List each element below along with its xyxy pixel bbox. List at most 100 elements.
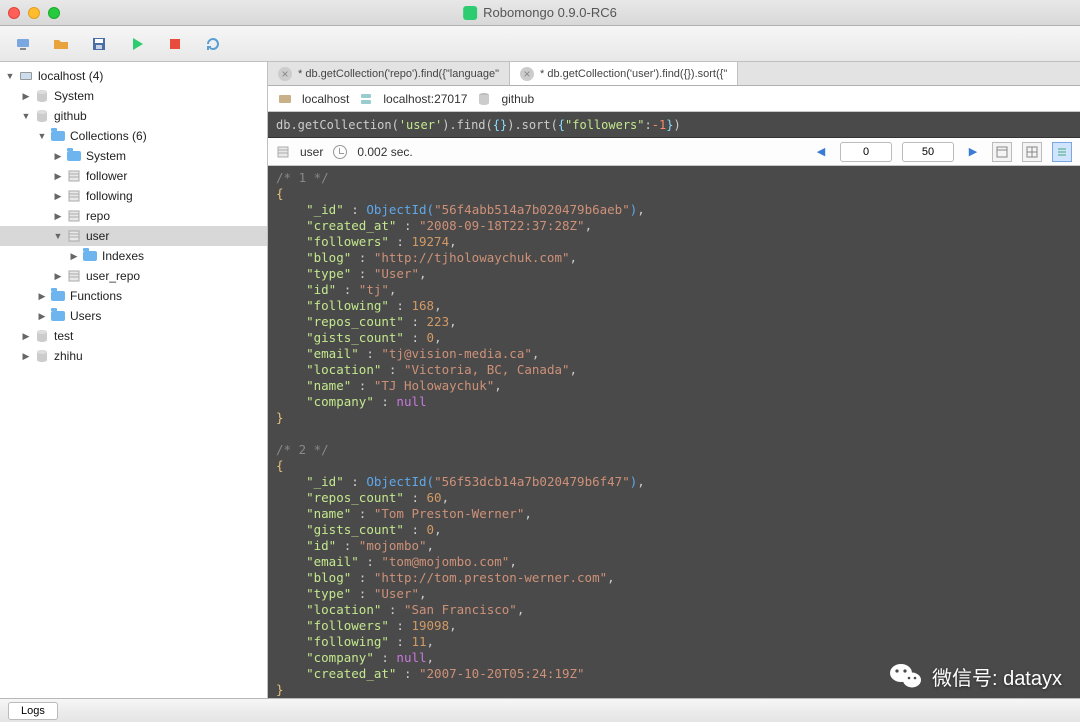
- view-tree-button[interactable]: [992, 142, 1012, 162]
- collection-icon: [66, 209, 82, 223]
- host-icon: [278, 92, 292, 106]
- database-icon: [34, 349, 50, 363]
- main-toolbar: [0, 26, 1080, 62]
- collection-icon: [276, 145, 290, 159]
- play-icon: [129, 36, 145, 52]
- breadcrumb-db[interactable]: github: [501, 92, 534, 106]
- app-icon: [463, 6, 477, 20]
- chevron-right-icon[interactable]: ▶: [20, 331, 32, 342]
- tree-label: following: [86, 189, 133, 203]
- tree-label: github: [54, 109, 87, 123]
- tree-collection-repo[interactable]: ▶ repo: [0, 206, 267, 226]
- query-text: "followers": [565, 118, 644, 132]
- watermark-text: 微信号: datayx: [932, 662, 1062, 691]
- chevron-right-icon[interactable]: ▶: [52, 171, 64, 182]
- tree-db-github[interactable]: ▼ github: [0, 106, 267, 126]
- chevron-right-icon[interactable]: ▶: [20, 91, 32, 102]
- database-icon: [477, 92, 491, 106]
- query-input[interactable]: db.getCollection('user').find({}).sort({…: [268, 112, 1080, 138]
- database-icon: [34, 329, 50, 343]
- query-text: ): [673, 118, 680, 132]
- tree-db-system[interactable]: ▶ System: [0, 86, 267, 106]
- save-button[interactable]: [88, 33, 110, 55]
- tree-label: System: [54, 89, 94, 103]
- chevron-right-icon[interactable]: ▶: [36, 291, 48, 302]
- open-button[interactable]: [50, 33, 72, 55]
- database-icon: [34, 89, 50, 103]
- clock-icon: [333, 145, 347, 159]
- breadcrumb-host[interactable]: localhost: [302, 92, 349, 106]
- chevron-right-icon[interactable]: ▶: [52, 151, 64, 162]
- tree-label: follower: [86, 169, 127, 183]
- collection-icon: [66, 169, 82, 183]
- view-table-button[interactable]: [1022, 142, 1042, 162]
- close-icon[interactable]: ×: [278, 67, 292, 81]
- zoom-window-button[interactable]: [48, 7, 60, 19]
- tree-users[interactable]: ▶ Users: [0, 306, 267, 326]
- tree-label: Collections (6): [70, 129, 147, 143]
- tab-label: * db.getCollection('repo').find({"langua…: [298, 68, 499, 80]
- traffic-lights: [8, 7, 60, 19]
- chevron-down-icon[interactable]: ▼: [4, 71, 16, 81]
- chevron-right-icon[interactable]: ▶: [52, 271, 64, 282]
- run-button[interactable]: [126, 33, 148, 55]
- close-window-button[interactable]: [8, 7, 20, 19]
- chevron-right-icon[interactable]: ▶: [20, 351, 32, 362]
- tree-label: repo: [86, 209, 110, 223]
- folder-icon: [66, 149, 82, 163]
- result-toolbar: user 0.002 sec. ◀ ▶: [268, 138, 1080, 166]
- tree-host[interactable]: ▼ localhost (4): [0, 66, 267, 86]
- chevron-down-icon[interactable]: ▼: [20, 111, 32, 121]
- chevron-right-icon[interactable]: ▶: [36, 311, 48, 322]
- chevron-down-icon[interactable]: ▼: [52, 231, 64, 241]
- tab-repo-query[interactable]: × * db.getCollection('repo').find({"lang…: [268, 62, 510, 85]
- tree-collection-user[interactable]: ▼ user: [0, 226, 267, 246]
- tree-collection-following[interactable]: ▶ following: [0, 186, 267, 206]
- tree-collection-system[interactable]: ▶ System: [0, 146, 267, 166]
- tree-db-zhihu[interactable]: ▶ zhihu: [0, 346, 267, 366]
- tree-label: test: [54, 329, 73, 343]
- tree-label: zhihu: [54, 349, 83, 363]
- skip-input[interactable]: [840, 142, 892, 162]
- logs-button[interactable]: Logs: [8, 702, 58, 720]
- chevron-down-icon[interactable]: ▼: [36, 131, 48, 141]
- rotate-button[interactable]: [202, 33, 224, 55]
- refresh-icon: [205, 36, 221, 52]
- page-next-button[interactable]: ▶: [964, 143, 982, 161]
- minimize-window-button[interactable]: [28, 7, 40, 19]
- stop-icon: [167, 36, 183, 52]
- tree-collections[interactable]: ▼ Collections (6): [0, 126, 267, 146]
- connection-tree[interactable]: ▼ localhost (4) ▶ System ▼ github ▼ Coll…: [0, 62, 268, 698]
- breadcrumb-server[interactable]: localhost:27017: [383, 92, 467, 106]
- chevron-right-icon[interactable]: ▶: [68, 251, 80, 262]
- stop-button[interactable]: [164, 33, 186, 55]
- folder-icon: [50, 309, 66, 323]
- tab-user-query[interactable]: × * db.getCollection('user').find({}).so…: [510, 62, 738, 85]
- database-icon: [34, 109, 50, 123]
- connect-icon: [15, 36, 31, 52]
- folder-open-icon: [53, 36, 69, 52]
- result-text-view[interactable]: /* 1 */ { "_id" : ObjectId("56f4abb514a7…: [268, 166, 1080, 698]
- tree-collection-follower[interactable]: ▶ follower: [0, 166, 267, 186]
- page-prev-button[interactable]: ◀: [812, 143, 830, 161]
- editor-tabs: × * db.getCollection('repo').find({"lang…: [268, 62, 1080, 86]
- folder-icon: [50, 129, 66, 143]
- view-text-button[interactable]: [1052, 142, 1072, 162]
- chevron-right-icon[interactable]: ▶: [52, 211, 64, 222]
- close-icon[interactable]: ×: [520, 67, 534, 81]
- limit-input[interactable]: [902, 142, 954, 162]
- tree-indexes[interactable]: ▶ Indexes: [0, 246, 267, 266]
- tree-functions[interactable]: ▶ Functions: [0, 286, 267, 306]
- chevron-right-icon[interactable]: ▶: [52, 191, 64, 202]
- tree-collection-user-repo[interactable]: ▶ user_repo: [0, 266, 267, 286]
- query-text: db.getCollection(: [276, 118, 399, 132]
- query-text: {: [558, 118, 565, 132]
- query-text: -1: [652, 118, 666, 132]
- window-title: Robomongo 0.9.0-RC6: [463, 5, 617, 20]
- tree-db-test[interactable]: ▶ test: [0, 326, 267, 346]
- wechat-icon: [888, 658, 924, 694]
- connect-button[interactable]: [12, 33, 34, 55]
- breadcrumb: localhost localhost:27017 github: [268, 86, 1080, 112]
- collection-icon: [66, 269, 82, 283]
- collection-icon: [66, 229, 82, 243]
